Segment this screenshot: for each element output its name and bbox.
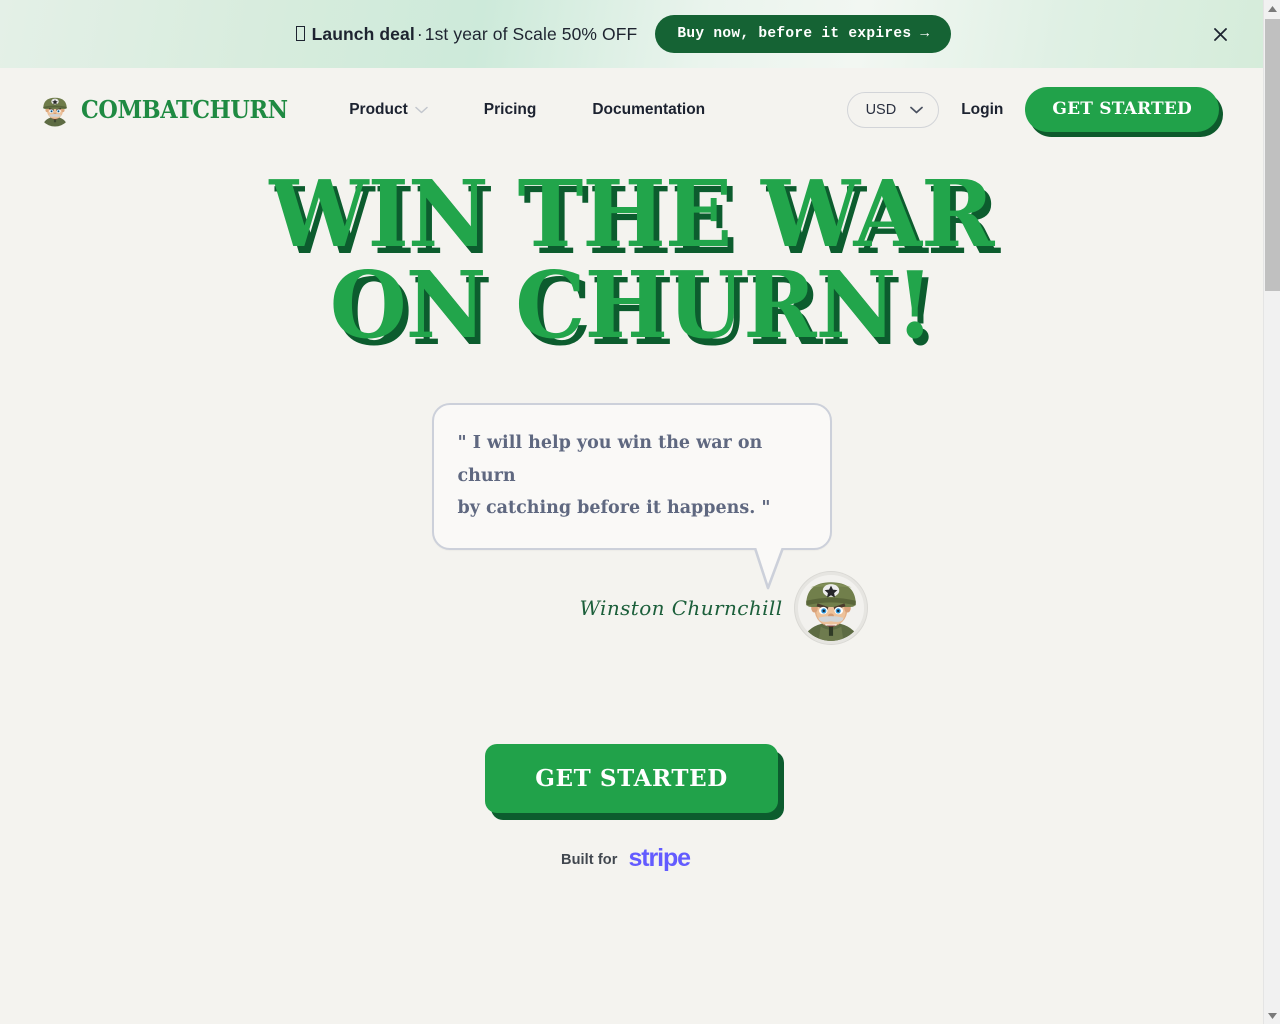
buy-now-button[interactable]: Buy now, before it expires → <box>655 15 952 53</box>
scrollbar-thumb[interactable] <box>1265 19 1280 291</box>
missing-glyph-box-icon <box>295 25 305 41</box>
quote-line-1: " I will help you win the war on churn <box>457 433 763 486</box>
brand-name: COMBATCHURN <box>81 95 288 124</box>
quote-line-2: by catching before it happens. " <box>457 497 771 518</box>
signature-name: Winston Churnchill <box>579 596 783 621</box>
brand-logo[interactable]: COMBATCHURN <box>38 93 303 127</box>
triangle-down-icon[interactable] <box>1264 1007 1280 1024</box>
general-avatar <box>794 572 867 645</box>
nav-right-cluster: USD Login GET STARTED <box>846 87 1219 132</box>
announcement-separator: · <box>416 23 423 44</box>
built-for-stripe: Built for stripe <box>0 844 1257 873</box>
currency-select[interactable]: USD <box>846 91 940 128</box>
hero-cta-area: GET STARTED Built for stripe <box>0 744 1263 872</box>
chevron-down-icon <box>415 106 428 114</box>
nav-get-started-button[interactable]: GET STARTED <box>1025 87 1219 132</box>
headline-line-2: ON CHURN! <box>329 251 934 360</box>
announcement-text: Launch deal · 1st year of Scale 50% OFF <box>295 23 638 45</box>
page-title: WIN THE WAR ON CHURN! <box>25 161 1237 351</box>
nav-item-pricing-label: Pricing <box>483 100 537 118</box>
nav-item-documentation[interactable]: Documentation <box>592 101 705 119</box>
stripe-logo: stripe <box>628 844 692 873</box>
announcement-banner-content: Launch deal · 1st year of Scale 50% OFF Bu… <box>295 15 952 53</box>
speech-bubble: " I will help you win the war on churn b… <box>431 403 832 590</box>
close-icon[interactable] <box>1209 23 1231 45</box>
nav-item-product-label: Product <box>349 100 408 118</box>
nav-links: Product Pricing Documentation <box>349 101 705 119</box>
login-link[interactable]: Login <box>957 101 1007 119</box>
hero-get-started-button[interactable]: GET STARTED <box>485 744 778 814</box>
currency-select-value: USD <box>865 101 897 118</box>
announcement-rest-text: 1st year of Scale 50% OFF <box>424 23 638 44</box>
announcement-banner: Launch deal · 1st year of Scale 50% OFF Bu… <box>0 0 1263 68</box>
chevron-down-icon <box>910 106 924 114</box>
nav-item-product[interactable]: Product <box>349 101 428 119</box>
nav-item-documentation-label: Documentation <box>592 100 706 118</box>
quote-column: " I will help you win the war on churn b… <box>431 403 867 645</box>
hero-section: WIN THE WAR ON CHURN! " I will help you … <box>0 151 1263 872</box>
announcement-strong-text: Launch deal <box>311 23 415 44</box>
vertical-scrollbar[interactable] <box>1263 0 1280 1024</box>
built-for-label: Built for <box>561 851 618 868</box>
triangle-up-icon[interactable] <box>1264 0 1280 17</box>
quote-area: " I will help you win the war on churn b… <box>0 403 1263 645</box>
quote-attribution: Winston Churnchill <box>467 572 867 645</box>
page-root: Launch deal · 1st year of Scale 50% OFF Bu… <box>0 0 1263 1024</box>
soldier-avatar-icon <box>38 93 72 126</box>
nav-item-pricing[interactable]: Pricing <box>484 101 537 119</box>
main-navigation: COMBATCHURN Product Pricing Documentatio… <box>0 68 1263 151</box>
